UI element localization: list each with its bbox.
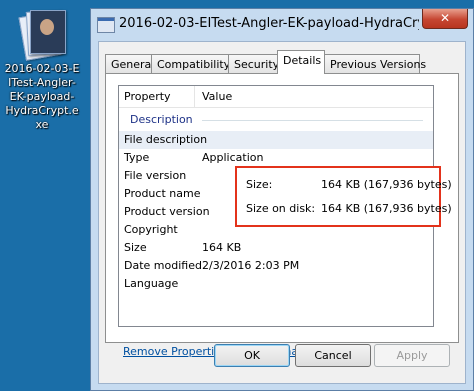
column-header-value[interactable]: Value (202, 90, 232, 103)
tab-compatibility[interactable]: Compatibility (151, 54, 230, 73)
row-property: Type (124, 151, 150, 164)
row-property: File description (124, 133, 208, 146)
row-property: Copyright (124, 223, 178, 236)
column-separator[interactable] (194, 86, 195, 107)
row-property: Date modified (124, 259, 202, 272)
tab-details[interactable]: Details (277, 50, 325, 74)
row-property: Size (124, 241, 147, 254)
list-row-date-modified[interactable]: Date modified 2/3/2016 2:03 PM (119, 257, 433, 275)
desktop-file-label: 2016-02-03-E ITest-Angler- EK-payload- H… (4, 62, 80, 131)
list-header: Property Value (119, 86, 433, 108)
size-callout: Size: 164 KB (167,936 bytes) Size on dis… (235, 166, 452, 227)
close-button[interactable]: ✕ (422, 9, 468, 29)
cancel-button[interactable]: Cancel (295, 344, 371, 367)
row-property: File version (124, 169, 187, 182)
callout-size-on-disk-label: Size on disk: (246, 202, 316, 215)
window-title: 2016-02-03-EITest-Angler-EK-payload-Hydr… (119, 16, 419, 31)
title-bar[interactable]: 2016-02-03-EITest-Angler-EK-payload-Hydr… (91, 9, 473, 41)
row-value: 2/3/2016 2:03 PM (202, 259, 300, 272)
list-row-size[interactable]: Size 164 KB (119, 239, 433, 257)
ok-button[interactable]: OK (214, 344, 290, 367)
tab-previous-versions[interactable]: Previous Versions (324, 54, 426, 73)
desktop-file-icon[interactable]: 2016-02-03-E ITest-Angler- EK-payload- H… (0, 8, 84, 132)
callout-size-value: 164 KB (167,936 bytes) (321, 178, 452, 191)
group-header-description: Description (119, 108, 433, 131)
list-row-file-description[interactable]: File description (119, 131, 433, 149)
callout-size-label: Size: (246, 178, 273, 191)
group-divider (202, 120, 423, 121)
tab-general[interactable]: General (105, 54, 154, 73)
list-row-language[interactable]: Language (119, 275, 433, 293)
callout-size-on-disk-value: 164 KB (167,936 bytes) (321, 202, 452, 215)
row-property: Product version (124, 205, 210, 218)
row-value: 164 KB (202, 241, 242, 254)
column-header-property[interactable]: Property (124, 90, 171, 103)
apply-button[interactable]: Apply (374, 344, 450, 367)
row-property: Language (124, 277, 179, 290)
tab-security[interactable]: Security (228, 54, 279, 73)
row-value: Application (202, 151, 264, 164)
list-row-type[interactable]: Type Application (119, 149, 433, 167)
group-label: Description (130, 113, 193, 126)
window-app-icon (97, 17, 115, 33)
executable-file-icon (18, 8, 66, 61)
row-property: Product name (124, 187, 201, 200)
